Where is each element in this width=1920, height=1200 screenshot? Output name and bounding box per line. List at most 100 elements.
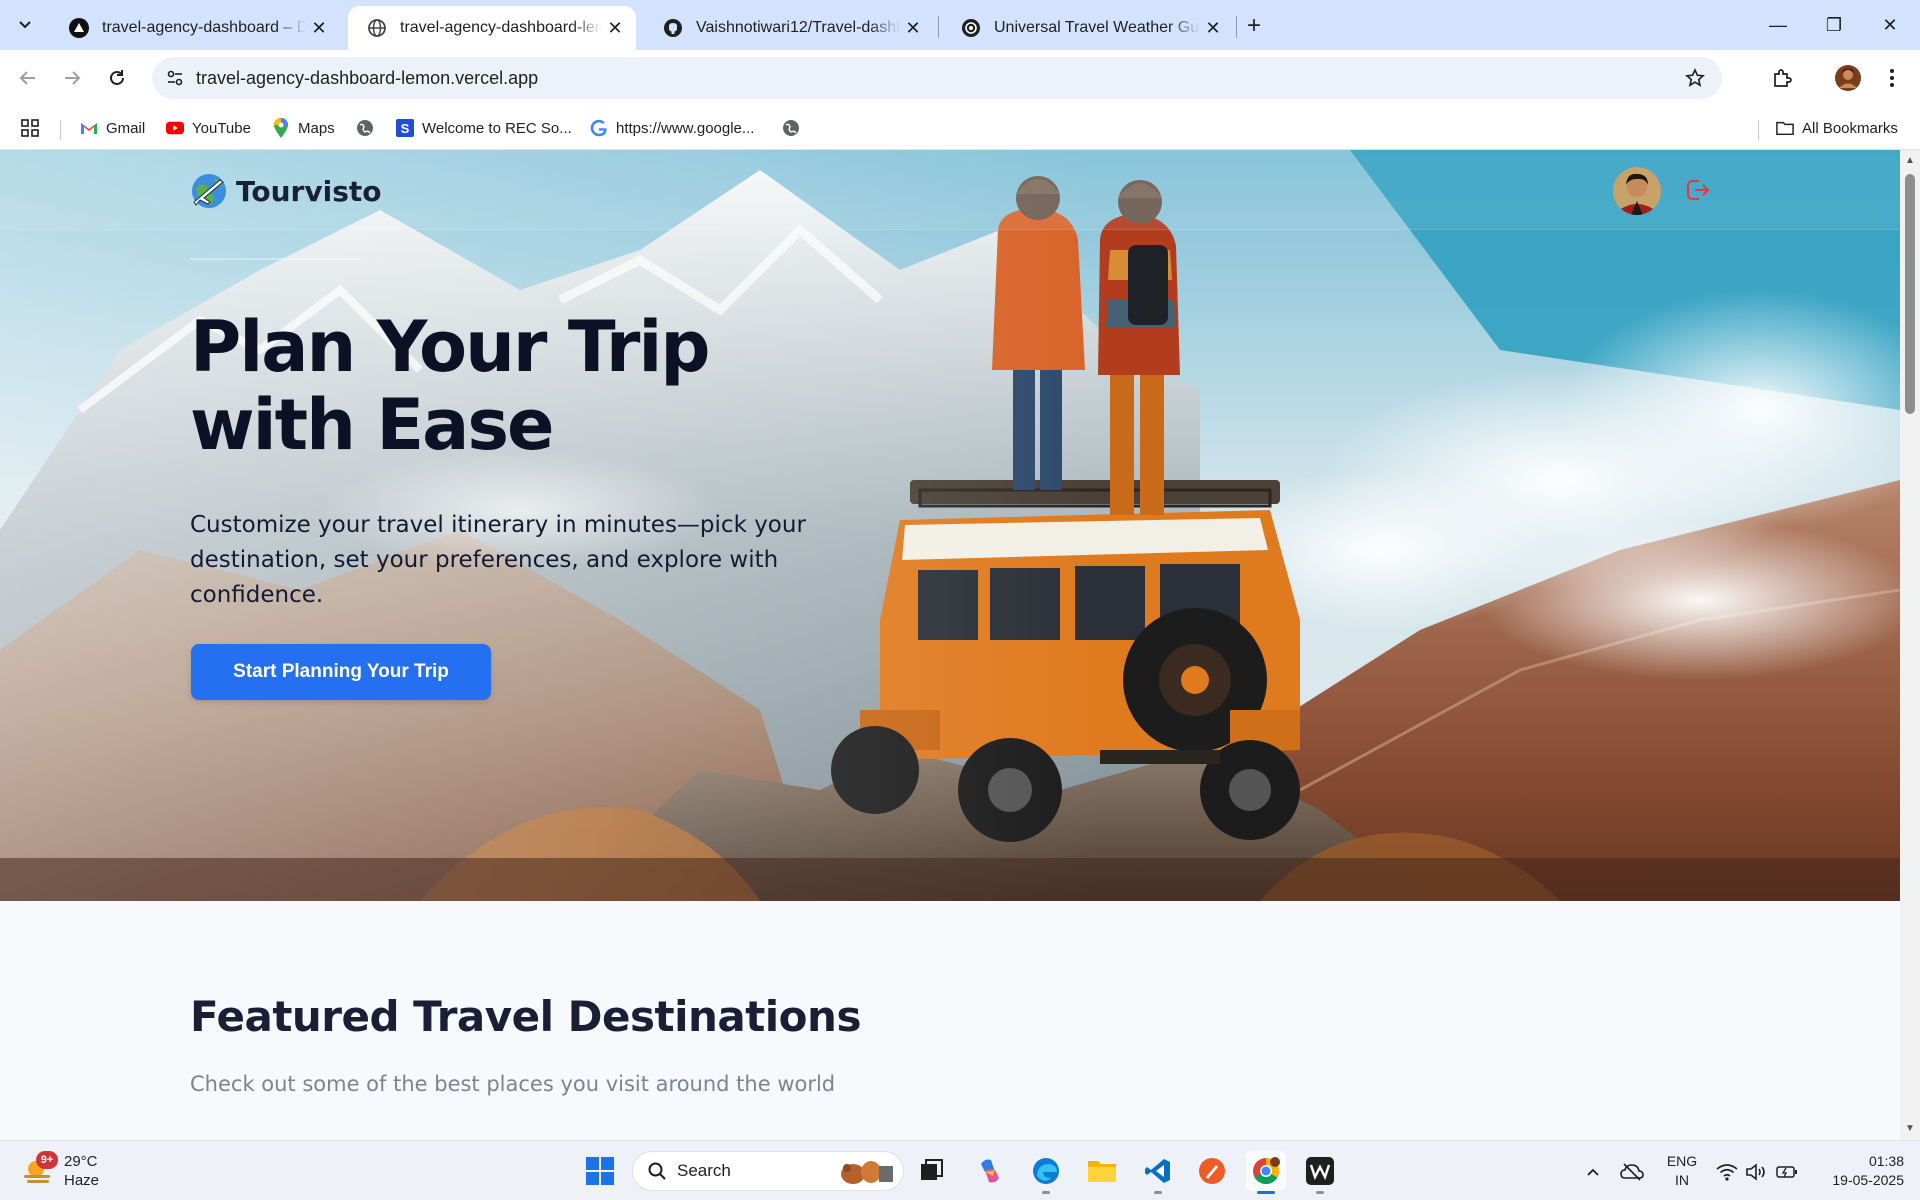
logout-icon bbox=[1687, 180, 1710, 200]
page-scrollbar[interactable]: ▲ ▼ bbox=[1900, 150, 1920, 1140]
windows-start-icon bbox=[586, 1157, 614, 1185]
user-avatar-image bbox=[1613, 167, 1661, 215]
widgets-squirrel-icon bbox=[833, 1156, 897, 1188]
vercel-icon bbox=[68, 17, 90, 39]
battery-icon[interactable] bbox=[1774, 1159, 1800, 1185]
featured-destinations-title: Featured Travel Destinations bbox=[190, 992, 861, 1041]
arrow-right-icon bbox=[65, 71, 81, 85]
reload-button[interactable] bbox=[99, 60, 135, 96]
windows-taskbar: 9+ 29°C Haze Search ENG IN 01:38 19-05-2… bbox=[0, 1140, 1920, 1200]
postman-button[interactable] bbox=[1192, 1151, 1232, 1191]
search-icon bbox=[645, 1159, 669, 1183]
tab-close-button[interactable]: ✕ bbox=[900, 15, 926, 41]
language-region: IN bbox=[1675, 1172, 1689, 1188]
language-indicator[interactable]: ENG IN bbox=[1660, 1152, 1704, 1190]
extensions-icon[interactable] bbox=[1766, 62, 1798, 94]
maximize-button[interactable]: ❐ bbox=[1814, 8, 1854, 42]
globe-icon bbox=[782, 119, 800, 137]
windows-start-button[interactable] bbox=[580, 1151, 620, 1191]
bookmark-globe-2[interactable] bbox=[782, 114, 808, 142]
clock-time: 01:38 bbox=[1868, 1153, 1904, 1169]
vscode-button[interactable] bbox=[1138, 1151, 1178, 1194]
tab-travel-dashboard[interactable]: travel-agency-dashboard-lemon ✕ bbox=[348, 6, 636, 50]
bookmark-gmail[interactable]: Gmail bbox=[80, 114, 145, 142]
chevron-down-icon bbox=[19, 21, 31, 29]
wifi-icon[interactable] bbox=[1714, 1159, 1740, 1185]
task-view-button[interactable] bbox=[912, 1151, 952, 1191]
tab-title: Universal Travel Weather Guide bbox=[994, 19, 1200, 36]
new-tab-button[interactable]: + bbox=[1240, 12, 1268, 40]
wps-button[interactable] bbox=[1300, 1151, 1340, 1194]
bookmark-maps[interactable]: Maps bbox=[272, 114, 335, 142]
openai-icon bbox=[960, 17, 982, 39]
bookmark-label: Gmail bbox=[106, 119, 146, 137]
more-menu-icon[interactable] bbox=[1876, 62, 1908, 94]
tab-close-button[interactable]: ✕ bbox=[1200, 15, 1226, 41]
close-window-button[interactable]: ✕ bbox=[1870, 8, 1910, 42]
chrome-button[interactable] bbox=[1246, 1151, 1286, 1194]
tab-separator bbox=[1236, 16, 1237, 38]
github-icon bbox=[662, 17, 684, 39]
folder-icon bbox=[1776, 119, 1794, 137]
all-bookmarks-button[interactable]: All Bookmarks bbox=[1776, 114, 1898, 142]
tab-weather-guide[interactable]: Universal Travel Weather Guide ✕ bbox=[942, 6, 1234, 50]
minimize-button[interactable]: — bbox=[1758, 8, 1798, 42]
page-viewport: Tourvisto Plan Your Trip with Ease Custo… bbox=[0, 150, 1900, 1140]
user-avatar[interactable] bbox=[1613, 167, 1661, 215]
logout-button[interactable] bbox=[1681, 174, 1713, 206]
all-bookmarks-label: All Bookmarks bbox=[1802, 119, 1898, 137]
bookmark-star-icon[interactable] bbox=[1682, 65, 1708, 91]
reload-icon bbox=[110, 70, 124, 85]
wps-icon bbox=[1306, 1157, 1334, 1185]
tab-strip: travel-agency-dashboard – Dep ✕ travel-a… bbox=[0, 0, 1920, 50]
tab-vercel-deploy[interactable]: travel-agency-dashboard – Dep ✕ bbox=[50, 6, 340, 50]
bookmark-youtube[interactable]: YouTube bbox=[166, 114, 251, 142]
language-code: ENG bbox=[1666, 1153, 1698, 1169]
volume-icon[interactable] bbox=[1744, 1159, 1770, 1185]
scroll-down-arrow-icon[interactable]: ▼ bbox=[1904, 1122, 1916, 1134]
scroll-thumb[interactable] bbox=[1905, 174, 1915, 414]
bookmark-label: Maps bbox=[298, 119, 335, 137]
tab-close-button[interactable]: ✕ bbox=[306, 15, 332, 41]
bookmark-separator bbox=[60, 120, 61, 140]
address-bar[interactable]: travel-agency-dashboard-lemon.vercel.app bbox=[152, 57, 1722, 99]
brand-logo-link[interactable]: Tourvisto bbox=[190, 170, 382, 212]
scroll-up-arrow-icon[interactable]: ▲ bbox=[1904, 154, 1916, 166]
bookmark-globe-1[interactable] bbox=[356, 114, 382, 142]
url-text[interactable]: travel-agency-dashboard-lemon.vercel.app bbox=[196, 68, 538, 89]
bookmark-separator bbox=[1758, 120, 1759, 140]
weather-widget[interactable]: 9+ 29°C Haze bbox=[22, 1149, 99, 1193]
gmail-icon bbox=[80, 119, 98, 137]
forward-button[interactable] bbox=[54, 60, 90, 96]
youtube-icon bbox=[166, 119, 184, 137]
start-planning-button[interactable]: Start Planning Your Trip bbox=[191, 644, 491, 700]
brand-name: Tourvisto bbox=[236, 174, 382, 208]
weather-temp: 29°C bbox=[64, 1153, 98, 1170]
postman-icon bbox=[1199, 1158, 1225, 1184]
tab-github-repo[interactable]: Vaishnotiwari12/Travel-dashbo ✕ bbox=[644, 6, 934, 50]
bookmark-google[interactable]: https://www.google... bbox=[590, 114, 754, 142]
tab-close-button[interactable]: ✕ bbox=[602, 15, 628, 41]
system-clock[interactable]: 01:38 19-05-2025 bbox=[1812, 1152, 1904, 1190]
onedrive-offline-icon[interactable] bbox=[1619, 1159, 1645, 1185]
edge-button[interactable] bbox=[1026, 1151, 1066, 1194]
clock-date: 19-05-2025 bbox=[1832, 1172, 1904, 1188]
tab-title: travel-agency-dashboard – Dep bbox=[102, 19, 306, 36]
globe-icon bbox=[356, 119, 374, 137]
copilot-icon bbox=[981, 1159, 999, 1183]
profile-avatar[interactable] bbox=[1832, 62, 1864, 94]
vscode-icon bbox=[1145, 1159, 1170, 1183]
copilot-button[interactable] bbox=[970, 1151, 1010, 1191]
file-explorer-button[interactable] bbox=[1082, 1151, 1122, 1191]
tab-title: Vaishnotiwari12/Travel-dashbo bbox=[696, 19, 900, 36]
apps-grid-button[interactable] bbox=[20, 114, 40, 142]
site-navbar: Tourvisto bbox=[0, 150, 1900, 230]
tab-search-button[interactable] bbox=[10, 10, 40, 40]
taskbar-search[interactable]: Search bbox=[632, 1151, 904, 1191]
site-info-icon[interactable] bbox=[162, 65, 188, 91]
bookmark-label: Welcome to REC So... bbox=[422, 119, 572, 137]
hero-subtitle: Customize your travel itinerary in minut… bbox=[190, 512, 806, 608]
show-hidden-icons-chevron-icon[interactable] bbox=[1580, 1159, 1606, 1185]
bookmark-rec[interactable]: S Welcome to REC So... bbox=[396, 114, 572, 142]
back-button[interactable] bbox=[10, 60, 46, 96]
